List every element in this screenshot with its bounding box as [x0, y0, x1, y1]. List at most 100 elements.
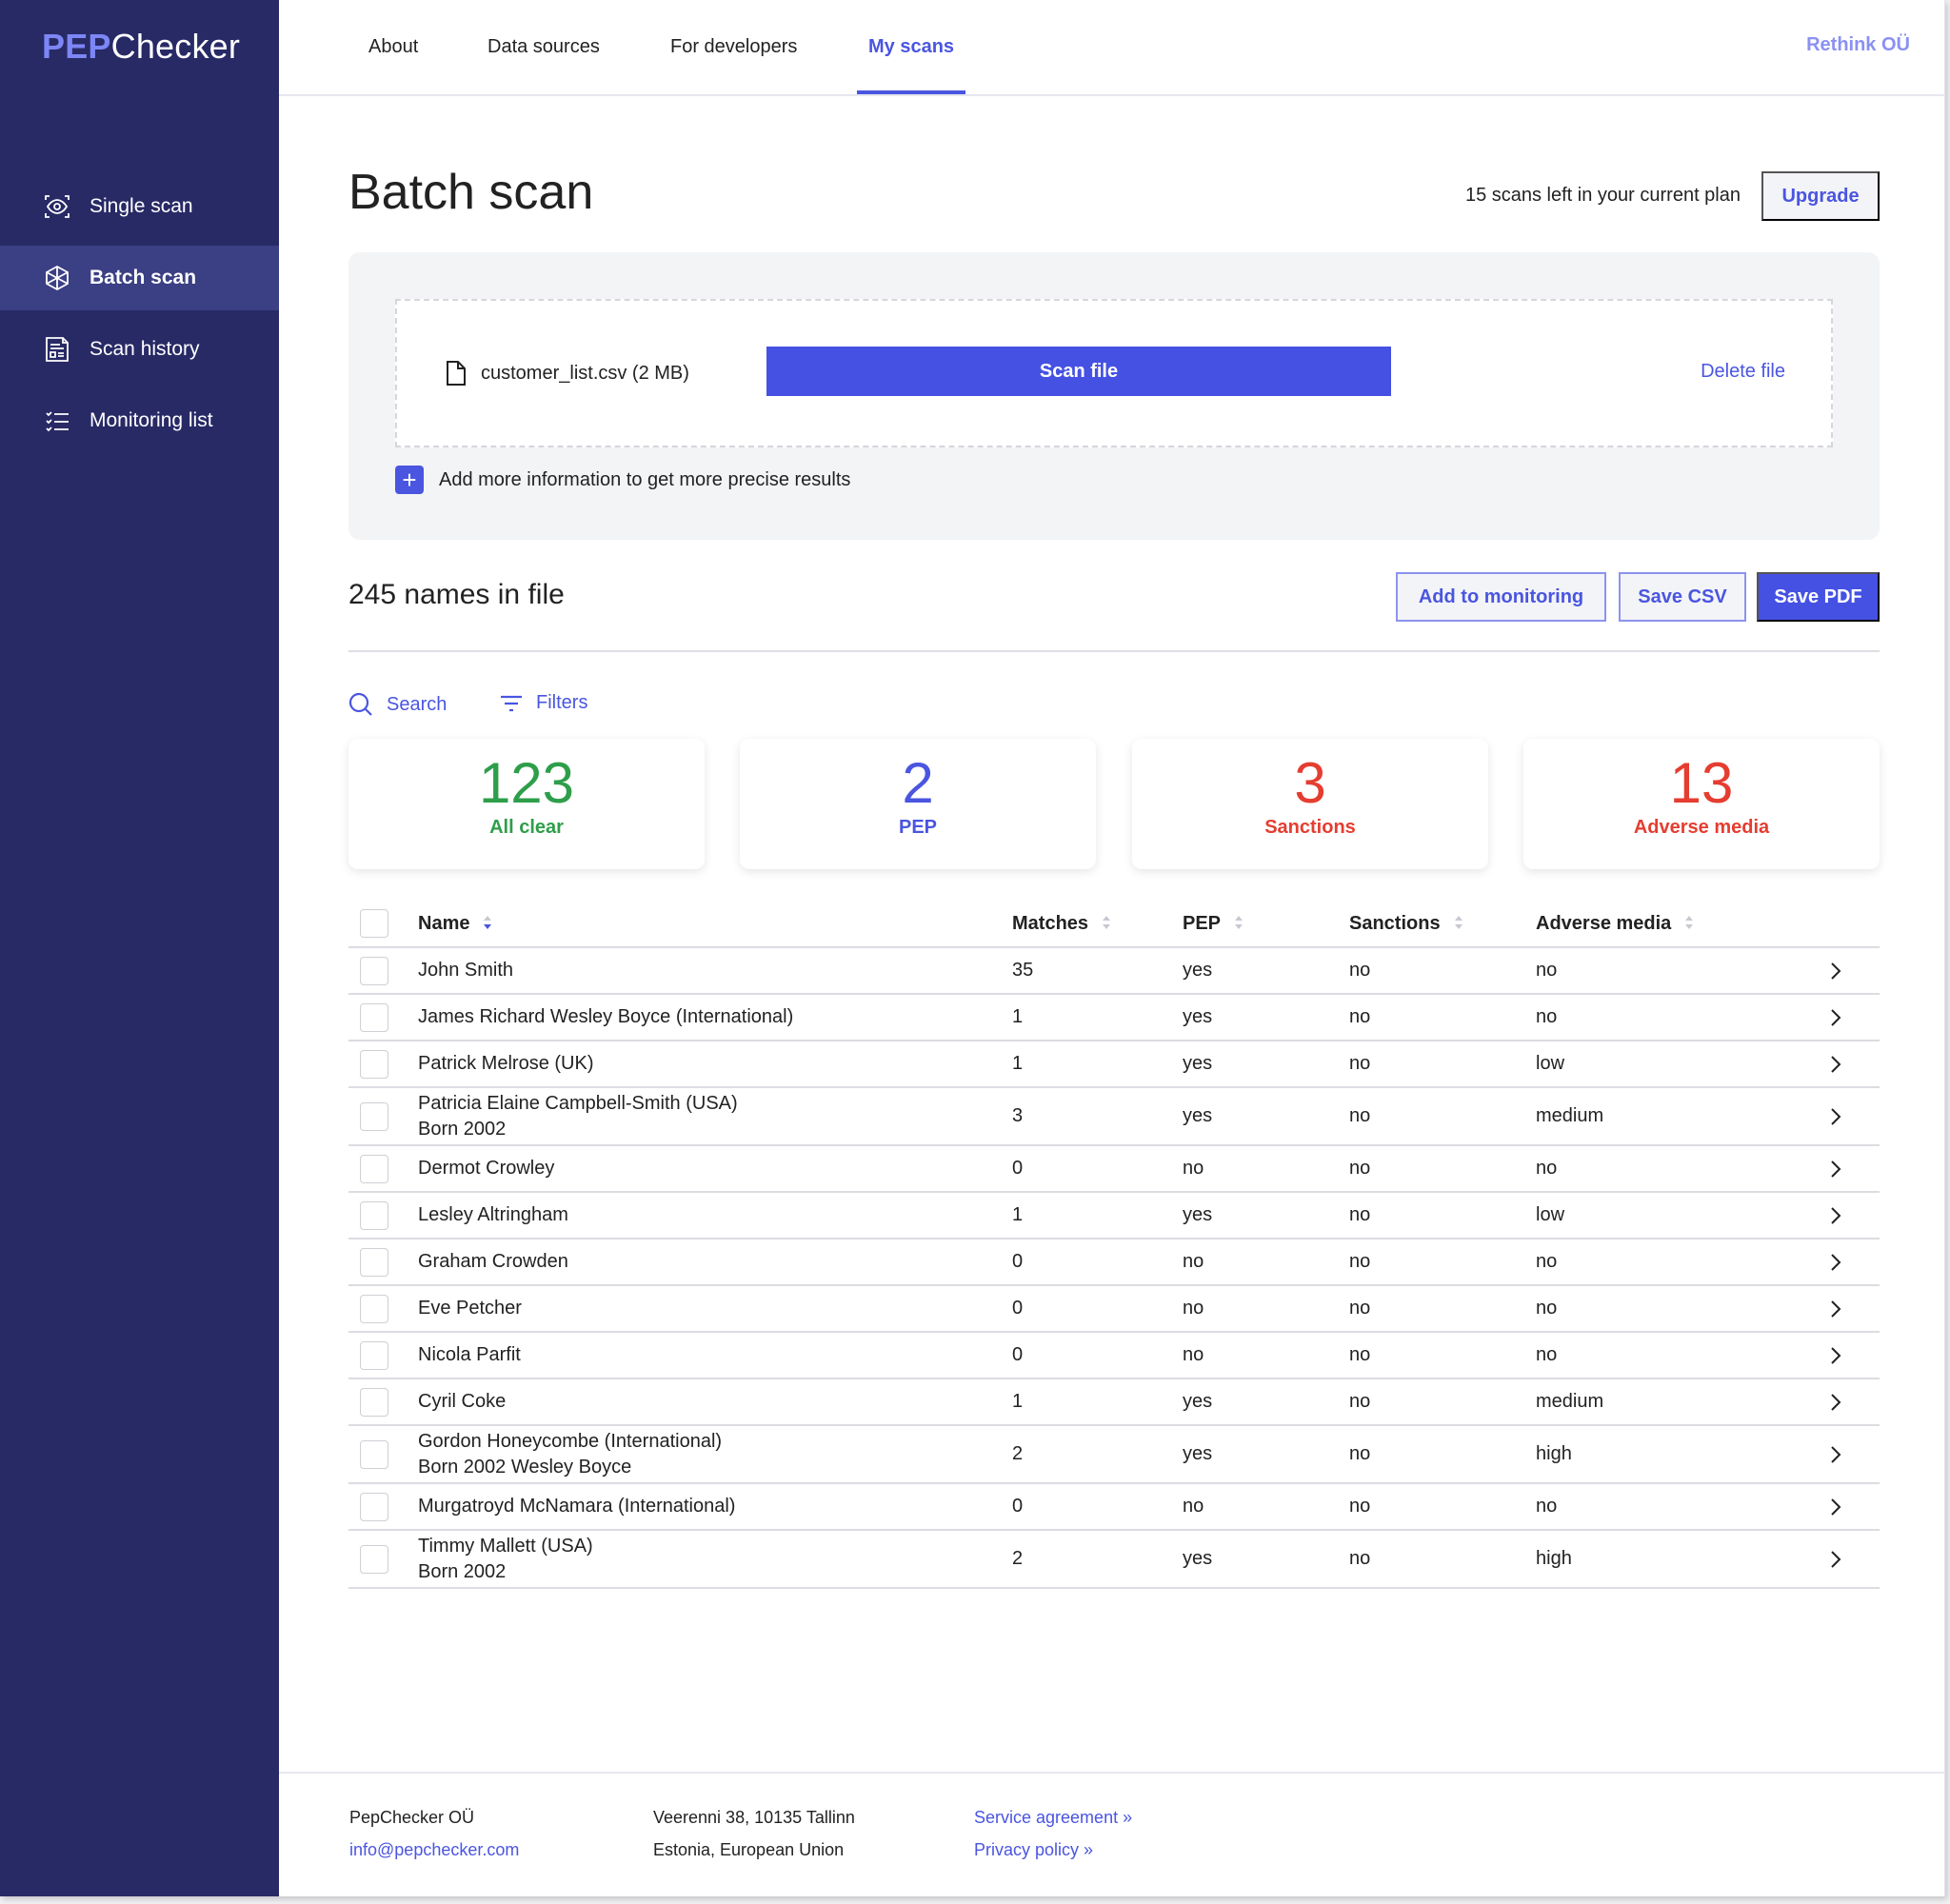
delete-file-link[interactable]: Delete file	[1701, 361, 1785, 383]
summary-card-all-clear[interactable]: 123 All clear	[348, 739, 705, 869]
name-cell: Patrick Melrose (UK)	[418, 1051, 593, 1077]
row-checkbox[interactable]	[360, 1247, 388, 1277]
summary-label: PEP	[898, 817, 938, 838]
table-row[interactable]: Cyril Coke 1 yes no medium	[348, 1379, 1880, 1426]
table-row[interactable]: Timmy Mallett (USA) Born 2002 2 yes no high	[348, 1531, 1880, 1589]
sidebar-item-label: Scan history	[90, 338, 200, 360]
row-checkbox[interactable]	[360, 1544, 388, 1574]
chevron-right-icon[interactable]	[1826, 1344, 1845, 1367]
add-to-monitoring-button[interactable]: Add to monitoring	[1396, 572, 1606, 622]
plus-icon: +	[395, 466, 424, 494]
table-row[interactable]: Gordon Honeycombe (International) Born 20…	[348, 1426, 1880, 1484]
row-checkbox[interactable]	[360, 1200, 388, 1230]
tab-my-scans[interactable]: My scans	[856, 0, 966, 94]
sidebar-item-monitoring-list[interactable]: Monitoring list	[0, 388, 279, 453]
upgrade-button[interactable]: Upgrade	[1761, 171, 1880, 221]
chevron-right-icon[interactable]	[1826, 1006, 1845, 1029]
column-header-name[interactable]: Name	[418, 911, 492, 937]
tab-for-developers[interactable]: For developers	[670, 0, 797, 94]
summary-card-adverse-media[interactable]: 13 Adverse media	[1523, 739, 1880, 869]
tab-data-sources[interactable]: Data sources	[488, 0, 600, 94]
table-row[interactable]: Nicola Parfit 0 no no no	[348, 1333, 1880, 1379]
column-label: Adverse media	[1536, 912, 1672, 934]
table-row[interactable]: Graham Crowden 0 no no no	[348, 1240, 1880, 1286]
row-checkbox[interactable]	[360, 1002, 388, 1032]
chevron-right-icon[interactable]	[1826, 1105, 1845, 1128]
matches-cell: 2	[1012, 1443, 1024, 1464]
service-agreement-link[interactable]: Service agreement »	[974, 1808, 1132, 1828]
matches-cell: 1	[1012, 1053, 1024, 1074]
summary-card-sanctions[interactable]: 3 Sanctions	[1132, 739, 1488, 869]
save-pdf-button[interactable]: Save PDF	[1757, 572, 1880, 622]
row-checkbox[interactable]	[360, 1439, 388, 1469]
chevron-right-icon[interactable]	[1826, 1391, 1845, 1414]
table-row[interactable]: Patricia Elaine Campbell-Smith (USA) Born…	[348, 1088, 1880, 1146]
summary-card-pep[interactable]: 2 PEP	[740, 739, 1096, 869]
chevron-right-icon[interactable]	[1826, 960, 1845, 982]
adverse-media-cell: no	[1536, 1006, 1558, 1027]
sidebar-item-batch-scan[interactable]: Batch scan	[0, 246, 279, 310]
organization-menu[interactable]: Rethink OÜ	[1806, 34, 1910, 56]
adverse-media-cell: no	[1536, 960, 1558, 981]
search-button[interactable]: Search	[348, 692, 447, 717]
row-checkbox[interactable]	[360, 956, 388, 985]
sort-icon	[1454, 915, 1462, 929]
column-header-pep[interactable]: PEP	[1183, 913, 1244, 935]
table-row[interactable]: Murgatroyd McNamara (International) 0 no no…	[348, 1484, 1880, 1531]
chevron-right-icon[interactable]	[1826, 1053, 1845, 1076]
table-row[interactable]: Dermot Crowley 0 no no no	[348, 1146, 1880, 1193]
footer-email-link[interactable]: info@pepchecker.com	[349, 1840, 519, 1860]
select-all-checkbox[interactable]	[360, 909, 388, 938]
footer-address-line1: Veerenni 38, 10135 Tallinn	[653, 1808, 855, 1827]
filter-icon	[501, 695, 522, 711]
chevron-right-icon[interactable]	[1826, 1496, 1845, 1518]
top-navigation: About Data sources For developers My sca…	[279, 0, 1944, 96]
person-name: Dermot Crowley	[418, 1158, 555, 1179]
add-more-info-toggle[interactable]: + Add more information to get more preci…	[395, 466, 850, 494]
column-header-matches[interactable]: Matches	[1012, 913, 1111, 935]
chevron-right-icon[interactable]	[1826, 1251, 1845, 1274]
table-row[interactable]: Patrick Melrose (UK) 1 yes no low	[348, 1041, 1880, 1088]
tab-about[interactable]: About	[368, 0, 418, 94]
pep-cell: yes	[1183, 1443, 1213, 1464]
sidebar-item-scan-history[interactable]: Scan history	[0, 317, 279, 382]
privacy-policy-link[interactable]: Privacy policy »	[974, 1840, 1093, 1860]
name-cell: Cyril Coke	[418, 1389, 506, 1415]
matches-cell: 0	[1012, 1158, 1024, 1179]
table-row[interactable]: Eve Petcher 0 no no no	[348, 1286, 1880, 1333]
sidebar-item-single-scan[interactable]: Single scan	[0, 174, 279, 239]
column-header-adverse-media[interactable]: Adverse media	[1536, 913, 1694, 935]
table-row[interactable]: John Smith 35 yes no no	[348, 948, 1880, 995]
matches-cell: 1	[1012, 1006, 1024, 1027]
column-header-sanctions[interactable]: Sanctions	[1349, 913, 1463, 935]
matches-cell: 0	[1012, 1298, 1024, 1319]
adverse-media-cell: no	[1536, 1344, 1558, 1365]
chevron-right-icon[interactable]	[1826, 1158, 1845, 1180]
sidebar-item-label: Batch scan	[90, 267, 197, 288]
chevron-right-icon[interactable]	[1826, 1298, 1845, 1320]
logo[interactable]: PEPChecker	[42, 27, 240, 67]
row-checkbox[interactable]	[360, 1154, 388, 1183]
table-row[interactable]: Lesley Altringham 1 yes no low	[348, 1193, 1880, 1240]
row-checkbox[interactable]	[360, 1492, 388, 1521]
person-name: Graham Crowden	[418, 1251, 568, 1272]
save-csv-button[interactable]: Save CSV	[1619, 572, 1746, 622]
pep-cell: yes	[1183, 1391, 1213, 1412]
chevron-right-icon[interactable]	[1826, 1443, 1845, 1466]
file-dropzone[interactable]: customer_list.csv (2 MB) Scan file Delet…	[395, 299, 1833, 447]
sort-icon	[1103, 915, 1111, 929]
chevron-right-icon[interactable]	[1826, 1548, 1845, 1571]
row-checkbox[interactable]	[360, 1101, 388, 1131]
pep-cell: yes	[1183, 1105, 1213, 1126]
scan-file-button[interactable]: Scan file	[766, 347, 1391, 396]
row-checkbox[interactable]	[360, 1340, 388, 1370]
chevron-right-icon[interactable]	[1826, 1204, 1845, 1227]
sanctions-cell: no	[1349, 1344, 1371, 1365]
adverse-media-cell: high	[1536, 1443, 1572, 1464]
table-row[interactable]: James Richard Wesley Boyce (Internationa…	[348, 995, 1880, 1041]
footer-address-line2: Estonia, European Union	[653, 1840, 845, 1859]
row-checkbox[interactable]	[360, 1387, 388, 1417]
row-checkbox[interactable]	[360, 1294, 388, 1323]
row-checkbox[interactable]	[360, 1049, 388, 1079]
filters-button[interactable]: Filters	[500, 692, 587, 714]
